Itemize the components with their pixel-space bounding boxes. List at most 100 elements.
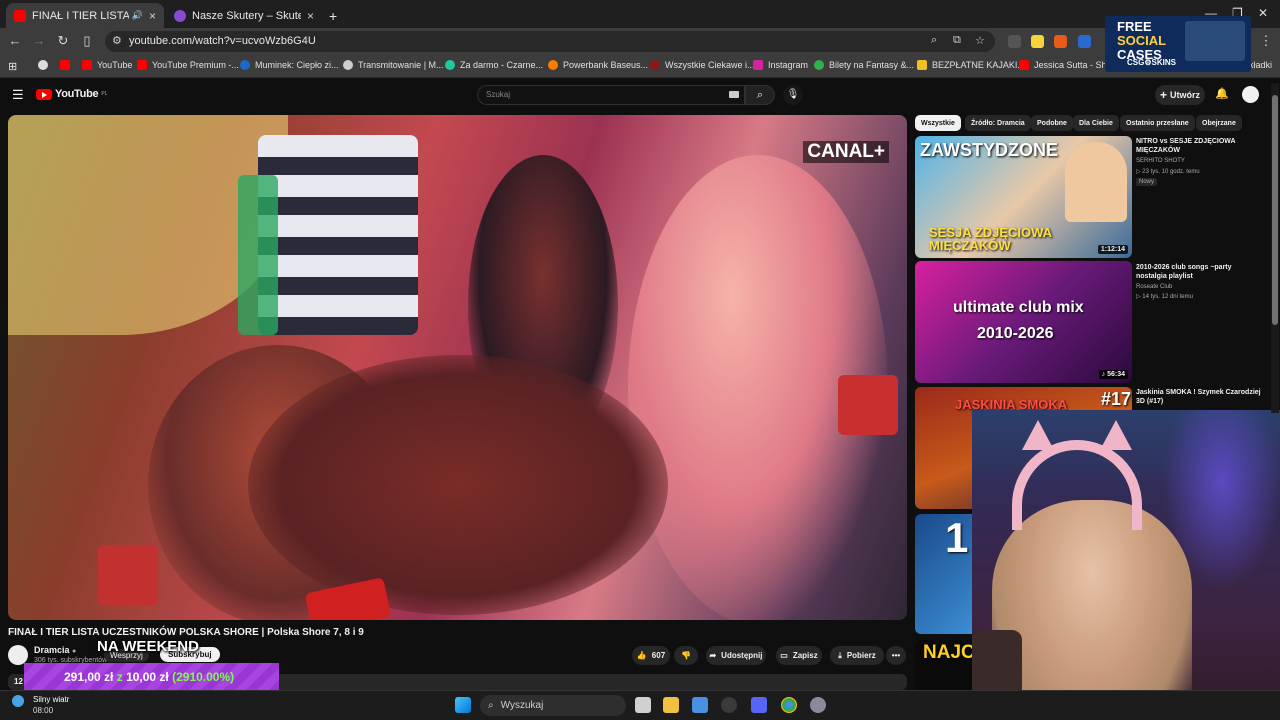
bookmark-icon[interactable]: [60, 60, 75, 70]
tab-title: Nasze Skutery – Skutery Zegrze: [192, 9, 301, 22]
thumbnail-text: ultimate club mix: [953, 299, 1084, 316]
chip-for-you[interactable]: Dla Ciebie: [1073, 115, 1119, 131]
channel-name[interactable]: Dramcia ●: [34, 645, 76, 655]
close-tab-icon[interactable]: ×: [307, 9, 314, 23]
youtube-icon: [82, 60, 92, 70]
search-button[interactable]: ⌕: [745, 85, 775, 105]
thumbnail-text: #17: [1101, 389, 1132, 409]
like-button[interactable]: 👍 607: [632, 646, 670, 665]
notifications-icon[interactable]: 🔔: [1215, 87, 1229, 100]
recommended-video-thumbnail[interactable]: ZAWSTYDZONE SESJA ZDJĘCIOWA MIĘCZAKÓW 1:…: [915, 136, 1132, 258]
site-info-icon[interactable]: ⚙: [112, 34, 122, 47]
chip-recent[interactable]: Ostatnio przesłane: [1120, 115, 1195, 131]
bookmark-transmitowanie[interactable]: Transmitowanie | M...: [343, 60, 444, 70]
discord-icon[interactable]: [751, 697, 767, 713]
video-duration: 1:12:14: [1097, 245, 1128, 254]
forward-icon[interactable]: →: [31, 33, 47, 48]
video-title: FINAŁ I TIER LISTA UCZESTNIKÓW POLSKA SH…: [8, 627, 364, 638]
thumbnail-text: SESJA ZDJĘCIOWA MIĘCZAKÓW: [929, 225, 1052, 253]
windows-taskbar: Silny wiatr 08:00 ⌕ Wyszukaj: [0, 690, 1280, 720]
save-button[interactable]: ▭ Zapisz: [776, 646, 822, 665]
thumbnail-text: 2010-2026: [977, 325, 1054, 342]
apps-icon[interactable]: ⊞: [8, 60, 17, 73]
weather-text[interactable]: Silny wiatr: [33, 695, 69, 704]
more-actions-button[interactable]: •••: [886, 646, 906, 665]
plus-icon: +: [1159, 88, 1167, 102]
donation-goal: 10,00 zł: [126, 670, 169, 684]
menu-icon[interactable]: ⋮: [1258, 33, 1274, 49]
store-icon[interactable]: [692, 697, 708, 713]
search-input[interactable]: Szukaj: [477, 85, 745, 105]
weather-icon[interactable]: [12, 695, 24, 707]
close-tab-icon[interactable]: ×: [149, 9, 156, 23]
settings-icon[interactable]: [810, 697, 826, 713]
thumbs-down-icon: 👎: [681, 651, 691, 660]
bookmark-instagram[interactable]: Instagram: [753, 60, 808, 70]
app-icon[interactable]: [721, 697, 737, 713]
chip-watched[interactable]: Obejrzane: [1196, 115, 1242, 131]
bookmark-za-darmo[interactable]: Za darmo - Czarne...: [445, 60, 543, 70]
bookmark-wszystkie-ciekawe[interactable]: Wszystkie Ciekawe i...: [650, 60, 755, 70]
new-tab-button[interactable]: +: [324, 3, 346, 28]
youtube-play-icon: [36, 88, 52, 100]
bookmark-powerbank[interactable]: Powerbank Baseus...: [548, 60, 648, 70]
bookmark-star-icon[interactable]: ☆: [975, 34, 985, 47]
page-scrollbar[interactable]: [1271, 83, 1279, 413]
avatar[interactable]: [1242, 86, 1259, 103]
recommended-video-channel[interactable]: Roseate Club: [1136, 284, 1266, 290]
zoom-icon[interactable]: ⌕: [931, 34, 937, 47]
extension-icon[interactable]: [1031, 35, 1044, 48]
bookmark-youtube[interactable]: YouTube: [82, 60, 132, 70]
close-window-icon[interactable]: ✕: [1258, 6, 1268, 20]
install-app-icon[interactable]: ⧉: [953, 34, 961, 47]
recommended-video-thumbnail[interactable]: ultimate club mix 2010-2026 ♪ 56:34: [915, 261, 1132, 383]
download-button[interactable]: ⤓ Pobierz: [830, 646, 884, 665]
browser-tab-active[interactable]: FINAŁ I TIER LISTA UCZESTN 🔊 ×: [6, 3, 164, 28]
youtube-logo-text: YouTube: [55, 88, 99, 100]
audio-icon[interactable]: 🔊: [132, 10, 143, 21]
extension-icon[interactable]: [1008, 35, 1021, 48]
dislike-button[interactable]: 👎: [674, 646, 698, 665]
sidebar-icon[interactable]: ▯: [79, 33, 95, 49]
bookmark-muminek[interactable]: Muminek: Ciepło zi...: [240, 60, 339, 70]
start-icon[interactable]: [455, 697, 471, 713]
extension-icon[interactable]: [1054, 35, 1067, 48]
recommended-video-title[interactable]: NITRO vs SESJE ZDJĘCIOWA MIĘCZAKÓW: [1136, 137, 1262, 155]
voice-search-icon[interactable]: 🎙: [783, 85, 803, 105]
ad-line: FREE: [1117, 19, 1152, 34]
scrollbar-thumb[interactable]: [1272, 95, 1278, 325]
ad-banner[interactable]: FREE SOCIAL CASES CSG⚙SKINS: [1105, 16, 1251, 72]
video-player[interactable]: CANAL+: [8, 115, 907, 620]
youtube-logo[interactable]: YouTube PL: [36, 88, 107, 100]
bookmark-jessica-sutta[interactable]: Jessica Sutta - Show: [1019, 60, 1118, 70]
recommended-video-title[interactable]: Jaskinia SMOKA ! Szymek Czarodziej 3D (#…: [1136, 388, 1262, 406]
donation-percent: (2910.00%): [172, 670, 235, 684]
chip-source[interactable]: Źródło: Dramcia: [965, 115, 1031, 131]
bookmark-bilety[interactable]: Bilety na Fantasy &...: [814, 60, 914, 70]
task-view-icon[interactable]: [635, 697, 651, 713]
share-button[interactable]: ➦ Udostępnij: [706, 646, 766, 665]
chip-similar[interactable]: Podobne: [1031, 115, 1073, 131]
extension-icon[interactable]: [1078, 35, 1091, 48]
taskbar-search-input[interactable]: ⌕ Wyszukaj: [480, 695, 626, 716]
search-icon: ⌕: [756, 89, 764, 101]
bookmark-youtube-premium[interactable]: YouTube Premium -...: [137, 60, 239, 70]
recommended-video-title[interactable]: 2010-2026 club songs ~party nostalgia pl…: [1136, 263, 1262, 281]
site-icon: [445, 60, 455, 70]
chip-all[interactable]: Wszystkie: [915, 115, 961, 131]
create-button[interactable]: + Utwórz: [1155, 85, 1205, 105]
file-explorer-icon[interactable]: [663, 697, 679, 713]
hamburger-menu-icon[interactable]: ☰: [12, 87, 24, 103]
recommended-video-meta: ▷ 14 tys. 12 dni temu: [1136, 294, 1193, 300]
reload-icon[interactable]: ↻: [55, 33, 71, 49]
keyboard-icon[interactable]: [729, 91, 739, 98]
chrome-icon[interactable]: [781, 697, 797, 713]
bookmark-icon[interactable]: [38, 60, 53, 70]
channel-avatar[interactable]: [8, 645, 28, 665]
bookmark-kajaki[interactable]: BEZPŁATNE KAJAKI...: [917, 60, 1025, 70]
recommended-video-channel[interactable]: SERHITO SHOTY: [1136, 158, 1266, 164]
address-bar[interactable]: ⚙ youtube.com/watch?v=ucvoWzb6G4U ⌕ ⧉ ☆: [105, 31, 995, 52]
bookmarks-bar: ⊞ YouTube YouTube Premium -... Muminek: …: [0, 55, 1280, 78]
back-icon[interactable]: ←: [7, 33, 23, 48]
browser-tab[interactable]: Nasze Skutery – Skutery Zegrze ×: [166, 3, 322, 28]
